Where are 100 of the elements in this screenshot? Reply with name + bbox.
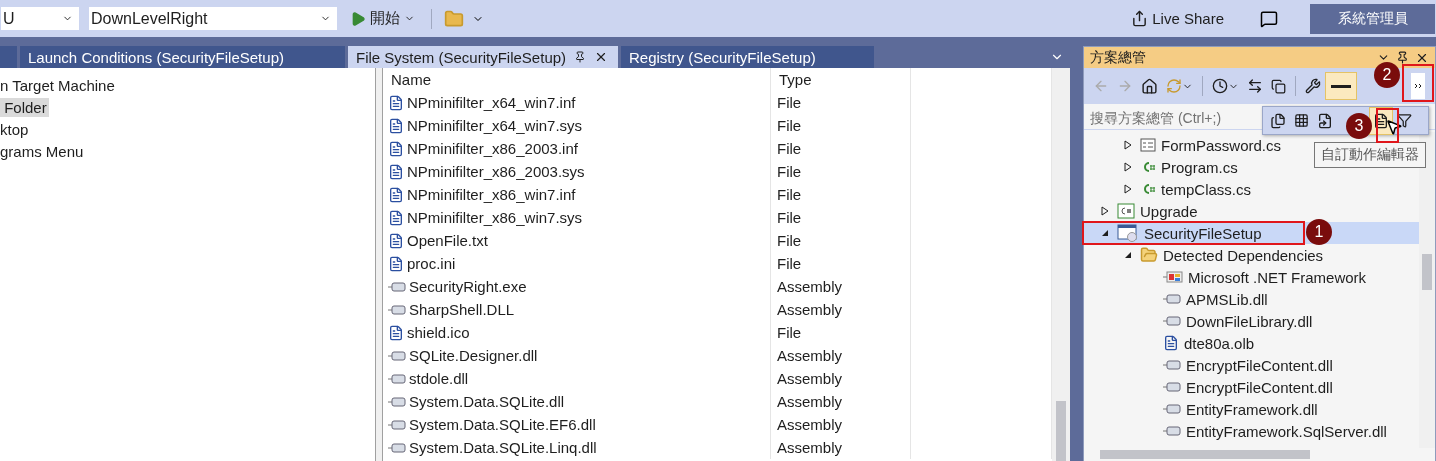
files-icon <box>1270 112 1286 129</box>
assembly-icon <box>388 280 406 293</box>
tooltip: 自訂動作編輯器 <box>1314 142 1426 168</box>
collapsed-arrow-icon[interactable] <box>1124 162 1132 172</box>
scrollbar[interactable] <box>1419 132 1435 448</box>
assembly-icon <box>388 441 406 454</box>
overflow-button[interactable] <box>1411 73 1425 99</box>
feedback-icon[interactable] <box>1260 9 1278 28</box>
tree-item[interactable]: EncryptFileContent.dll <box>1084 376 1337 398</box>
tree-item[interactable]: Program.cs <box>1084 156 1242 178</box>
tree-item[interactable]: DownFileLibrary.dll <box>1084 310 1317 332</box>
tree-item[interactable]: tempClass.cs <box>1084 178 1256 200</box>
file-name-cell: SharpShell.DLL <box>383 298 771 321</box>
folder-tree-item[interactable]: Folder <box>0 97 49 117</box>
document-icon <box>1373 112 1389 129</box>
file-name-cell: System.Data.SQLite.Linq.dll <box>383 436 771 459</box>
tree-item[interactable]: Detected Dependencies <box>1084 244 1328 266</box>
file-name-cell: NPminifilter_x86_2003.sys <box>383 160 771 183</box>
collapsed-arrow-icon[interactable] <box>1124 184 1132 194</box>
document-icon <box>388 186 404 203</box>
tree-item[interactable]: FormPassword.cs <box>1084 134 1286 156</box>
folder-icon <box>1140 246 1158 264</box>
file-name-cell: SecurityRight.exe <box>383 275 771 298</box>
share-icon <box>1131 10 1149 27</box>
assembly-icon <box>388 395 406 408</box>
sync-icon <box>1166 78 1182 94</box>
document-icon <box>1163 335 1179 351</box>
live-share-button[interactable]: Live Share <box>1127 5 1228 32</box>
grid-icon <box>1294 113 1309 128</box>
file-type-cell: File <box>771 206 911 229</box>
back-icon <box>1093 78 1109 94</box>
setup-project-icon <box>1117 224 1139 242</box>
tree-item[interactable]: APMSLib.dll <box>1084 288 1272 310</box>
document-icon <box>388 209 404 226</box>
document-tab[interactable]: Registry (SecurityFileSetup) <box>621 46 874 68</box>
filter-icon <box>1397 113 1412 128</box>
start-button[interactable]: 開始 <box>346 5 419 32</box>
file-name-cell: proc.ini <box>383 252 771 275</box>
file-name-cell: OpenFile.txt <box>383 229 771 252</box>
preview-button[interactable] <box>1326 73 1356 99</box>
file-name-cell: shield.ico <box>383 321 771 344</box>
file-type-cell: File <box>771 252 911 275</box>
file-name-cell: NPminifilter_x86_win7.sys <box>383 206 771 229</box>
assembly-icon <box>1163 315 1181 327</box>
assembly-icon <box>1163 403 1181 415</box>
file-type-cell: Assembly <box>771 436 911 459</box>
configuration-dropdown[interactable]: U <box>0 6 80 31</box>
assembly-icon <box>388 372 406 385</box>
swap-arrows-icon <box>1247 78 1263 94</box>
column-header[interactable]: Type <box>771 68 911 91</box>
assembly-icon <box>1163 425 1181 437</box>
home-icon <box>1141 77 1158 95</box>
folder-tree-item[interactable]: n Target Machine <box>0 75 117 95</box>
column-header[interactable]: Name <box>383 68 771 91</box>
wrench-icon <box>1305 78 1321 94</box>
expanded-arrow-icon[interactable] <box>1101 229 1109 237</box>
collapsed-arrow-icon[interactable] <box>1101 206 1109 216</box>
collapsed-arrow-icon[interactable] <box>1124 140 1132 150</box>
file-name-cell: stdole.dll <box>383 367 771 390</box>
tree-item[interactable]: EntityFramework.SqlServer.dll <box>1084 420 1391 442</box>
file-type-cell: Assembly <box>771 390 911 413</box>
assembly-icon <box>388 303 406 316</box>
assembly-icon <box>388 418 406 431</box>
file-type-cell: Assembly <box>771 298 911 321</box>
document-tab[interactable]: Launch Conditions (SecurityFileSetup) <box>20 46 345 68</box>
file-link-icon <box>1317 112 1333 129</box>
tree-item[interactable]: EncryptFileContent.dll <box>1084 354 1337 376</box>
pin-icon[interactable] <box>574 51 587 63</box>
file-name-cell: SQLite.Designer.dll <box>383 344 771 367</box>
framework-icon <box>1163 270 1183 284</box>
document-icon <box>388 324 404 341</box>
folder-tree-item[interactable]: grams Menu <box>0 141 86 161</box>
project-dropdown[interactable]: DownLevelRight <box>88 6 338 31</box>
highlight-frame <box>1402 64 1434 102</box>
account-button[interactable]: 系統管理員 <box>1310 3 1435 34</box>
expanded-arrow-icon[interactable] <box>1124 251 1132 259</box>
project-icon <box>1117 203 1135 219</box>
document-tab[interactable]: File System (SecurityFileSetup) <box>348 46 618 68</box>
file-type-cell: File <box>771 321 911 344</box>
file-name-cell: NPminifilter_x86_win7.inf <box>383 183 771 206</box>
clock-icon <box>1212 78 1228 94</box>
file-type-cell: File <box>771 160 911 183</box>
file-type-cell: Assembly <box>771 413 911 436</box>
tree-item[interactable]: Upgrade <box>1084 200 1202 222</box>
file-type-cell: Assembly <box>771 367 911 390</box>
pin-icon[interactable] <box>1396 50 1409 64</box>
file-type-cell: File <box>771 229 911 252</box>
scrollbar[interactable] <box>1052 68 1070 461</box>
file-name-cell: NPminifilter_x64_win7.inf <box>383 91 771 114</box>
assembly-icon <box>1163 381 1181 393</box>
tree-item[interactable]: EntityFramework.dll <box>1084 398 1322 420</box>
form-icon <box>1140 138 1156 152</box>
document-icon <box>388 94 404 111</box>
file-name-cell: System.Data.SQLite.dll <box>383 390 771 413</box>
file-type-cell: File <box>771 114 911 137</box>
tree-item[interactable]: dte80a.olb <box>1084 332 1259 354</box>
assembly-icon <box>388 349 406 362</box>
folder-tree-item[interactable]: ktop <box>0 119 31 139</box>
tree-item[interactable]: Microsoft .NET Framework <box>1084 266 1371 288</box>
assembly-icon <box>1163 359 1181 371</box>
